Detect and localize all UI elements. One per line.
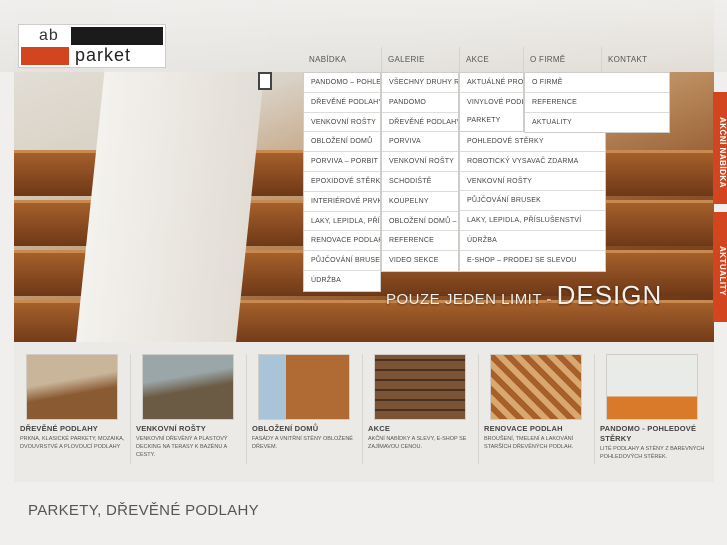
menu-item[interactable]: PANDOMO <box>382 93 458 113</box>
product-thumb[interactable] <box>606 354 698 420</box>
product-desc: LITÉ PODLAHY A STĚNY Z BAREVNÝCH POHLEDO… <box>600 446 705 460</box>
dropdown-o-firme: O FIRMĚ REFERENCE AKTUALITY <box>524 72 670 134</box>
menu-item[interactable]: VENKOVNÍ ROŠTY <box>460 172 605 192</box>
side-tab-akcni-nabidka[interactable]: AKČNÍ NABÍDKA <box>713 92 727 204</box>
menu-item[interactable]: PORVIVA – PORBIT S <box>304 152 380 172</box>
menu-item[interactable]: PARKETY <box>460 111 523 131</box>
menu-item[interactable]: DŘEVĚNÉ PODLAHY <box>382 113 458 133</box>
hero-slogan-big: DESIGN <box>556 280 663 310</box>
product-thumb[interactable] <box>258 354 350 420</box>
menu-item[interactable]: ÚDRŽBA <box>460 231 605 251</box>
hero-slogan-small: POUZE JEDEN LIMIT - <box>386 291 557 308</box>
dropdown-akce-top: AKTUÁLNÉ PROB VINYLOVÉ PODLA <box>459 72 524 113</box>
product-strip: DŘEVĚNÉ PODLAHY PRKNA, KLASICKÉ PARKETY,… <box>14 342 714 482</box>
product-card[interactable]: PANDOMO - POHLEDOVÉ STĚRKY LITÉ PODLAHY … <box>594 354 706 461</box>
product-title[interactable]: VENKOVNÍ ROŠTY <box>136 424 242 434</box>
menu-item[interactable]: E-SHOP – PRODEJ SE SLEVOU <box>460 251 605 271</box>
product-card[interactable]: VENKOVNÍ ROŠTY VENKOVNÍ DŘEVĚNÝ A PLASTO… <box>130 354 242 459</box>
main-nav: NABÍDKA GALERIE AKCE O FIRMĚ KONTAKT <box>303 47 671 72</box>
product-thumb[interactable] <box>142 354 234 420</box>
logo-ab: ab <box>39 27 59 44</box>
menu-item[interactable]: ROBOTICKÝ VYSAVAČ ZDARMA <box>460 152 605 172</box>
product-desc: FASÁDY A VNITŘNÍ STĚNY OBLOŽENÉ DŘEVEM. <box>252 436 353 450</box>
nav-akce[interactable]: AKCE <box>459 47 523 72</box>
logo[interactable]: ab parket <box>18 24 166 68</box>
product-title[interactable]: OBLOŽENÍ DOMŮ <box>252 424 358 434</box>
product-card[interactable]: OBLOŽENÍ DOMŮ FASÁDY A VNITŘNÍ STĚNY OBL… <box>246 354 358 451</box>
product-card[interactable]: DŘEVĚNÉ PODLAHY PRKNA, KLASICKÉ PARKETY,… <box>14 354 126 451</box>
menu-item[interactable]: VENKOVNÍ ROŠTY <box>382 152 458 172</box>
menu-item[interactable]: REFERENCE <box>382 231 458 252</box>
menu-item[interactable]: O FIRMĚ <box>525 73 669 93</box>
product-thumb[interactable] <box>26 354 118 420</box>
menu-item[interactable]: VENKOVNÍ ROŠTY <box>304 113 380 133</box>
menu-item[interactable]: LAKY, LEPIDLA, PŘÍS <box>304 212 380 232</box>
nav-nabidka[interactable]: NABÍDKA <box>303 47 381 72</box>
product-title[interactable]: DŘEVĚNÉ PODLAHY <box>20 424 126 434</box>
nav-o-firme[interactable]: O FIRMĚ <box>523 47 601 72</box>
menu-item[interactable]: OBLOŽENÍ DOMŮ – F <box>382 212 458 232</box>
page-title: PARKETY, DŘEVĚNÉ PODLAHY <box>28 502 259 519</box>
menu-item[interactable]: ÚDRŽBA <box>304 271 380 291</box>
product-desc: PRKNA, KLASICKÉ PARKETY, MOZAIKA, DVOUVR… <box>20 436 125 450</box>
product-thumb[interactable] <box>374 354 466 420</box>
product-card[interactable]: AKCE AKČNÍ NABÍDKY A SLEVY, E-SHOP SE ZA… <box>362 354 474 451</box>
hero-slogan: POUZE JEDEN LIMIT - DESIGN <box>386 280 662 311</box>
product-desc: VENKOVNÍ DŘEVĚNÝ A PLASTOVÝ DECKING NA T… <box>136 436 228 458</box>
menu-item[interactable]: PŮJČOVÁNÍ BRUSEK <box>304 251 380 271</box>
menu-item[interactable]: VIDEO SEKCE <box>382 251 458 271</box>
menu-item[interactable]: SCHODIŠTĚ <box>382 172 458 192</box>
menu-item[interactable]: VŠECHNY DRUHY REAL <box>382 73 458 93</box>
menu-item[interactable]: DŘEVĚNÉ PODLAHY <box>304 93 380 113</box>
dropdown-nabidka: PANDOMO – POHLEDOVÉ DŘEVĚNÉ PODLAHY VENK… <box>303 72 381 292</box>
product-title[interactable]: PANDOMO - POHLEDOVÉ STĚRKY <box>600 424 706 444</box>
menu-item[interactable]: KOUPELNY <box>382 192 458 212</box>
logo-parket: parket <box>75 45 132 65</box>
menu-item[interactable]: RENOVACE PODLAH <box>304 231 380 252</box>
nav-kontakt[interactable]: KONTAKT <box>601 47 671 72</box>
header-bar: ab parket NABÍDKA GALERIE AKCE O FIRMĚ K… <box>0 0 727 72</box>
menu-item[interactable]: VINYLOVÉ PODLA <box>460 93 523 113</box>
side-tab-aktuality[interactable]: AKTUALITY <box>713 212 727 322</box>
product-desc: BROUŠENÍ, TMELENÍ A LAKOVÁNÍ STARŠÍCH DŘ… <box>484 436 574 450</box>
nav-galerie[interactable]: GALERIE <box>381 47 459 72</box>
menu-item[interactable]: INTERIÉROVÉ PRVKY <box>304 192 380 212</box>
dropdown-akce-mid: PARKETY <box>459 111 524 132</box>
product-thumb[interactable] <box>490 354 582 420</box>
page: POUZE JEDEN LIMIT - DESIGN ab parket NAB… <box>0 0 727 545</box>
dropdown-akce-wide: POHLEDOVÉ STĚRKY ROBOTICKÝ VYSAVAČ ZDARM… <box>459 131 606 272</box>
menu-item[interactable]: LAKY, LEPIDLA, PŘÍSLUŠENSTVÍ <box>460 211 605 231</box>
menu-item[interactable]: PORVIVA <box>382 132 458 153</box>
menu-item[interactable]: PŮJČOVÁNÍ BRUSEK <box>460 191 605 212</box>
product-card[interactable]: RENOVACE PODLAH BROUŠENÍ, TMELENÍ A LAKO… <box>478 354 590 451</box>
menu-item[interactable]: PANDOMO – POHLEDOVÉ <box>304 73 380 93</box>
dropdown-galerie: VŠECHNY DRUHY REAL PANDOMO DŘEVĚNÉ PODLA… <box>381 72 459 272</box>
menu-item[interactable]: REFERENCE <box>525 93 669 113</box>
product-desc: AKČNÍ NABÍDKY A SLEVY, E-SHOP SE ZAJÍMAV… <box>368 436 467 450</box>
menu-item[interactable]: EPOXIDOVÉ STĚRKY <box>304 172 380 192</box>
menu-item[interactable]: AKTUÁLNÉ PROB <box>460 73 523 93</box>
menu-item[interactable]: POHLEDOVÉ STĚRKY <box>460 132 605 152</box>
menu-item[interactable]: AKTUALITY <box>525 113 669 133</box>
product-title[interactable]: AKCE <box>368 424 474 434</box>
menu-item[interactable]: OBLOŽENÍ DOMŮ <box>304 132 380 153</box>
product-title[interactable]: RENOVACE PODLAH <box>484 424 590 434</box>
